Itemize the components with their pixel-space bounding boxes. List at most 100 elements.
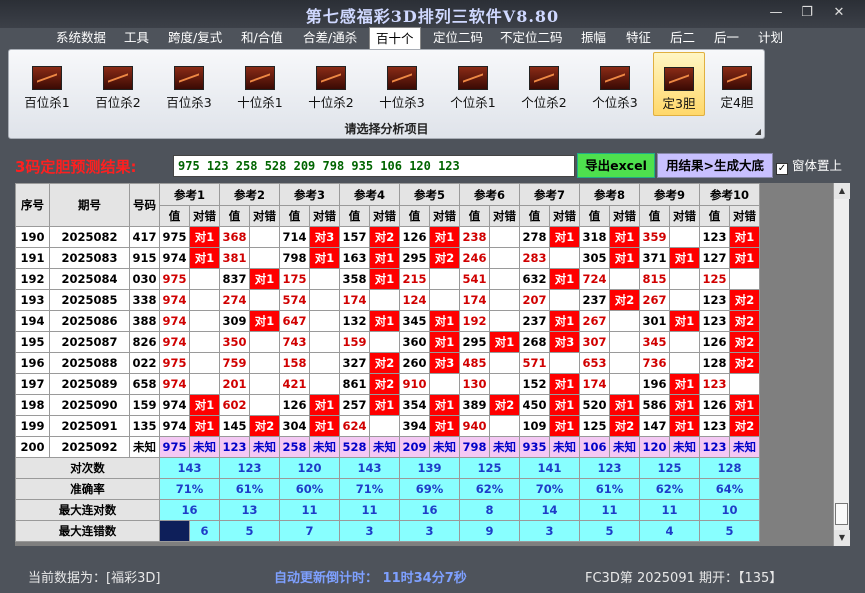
ref-hit: 对1 bbox=[549, 310, 580, 332]
menu-item[interactable]: 特征 bbox=[626, 27, 651, 49]
stats-value: 70% bbox=[519, 478, 580, 500]
ribbon-button[interactable]: 个位杀2 bbox=[515, 52, 573, 116]
ribbon-button[interactable]: 十位杀3 bbox=[373, 52, 431, 116]
menu-item[interactable]: 不定位二码 bbox=[500, 27, 563, 49]
header-hit: 对错 bbox=[669, 205, 700, 227]
ref-hit: 对1 bbox=[249, 310, 280, 332]
ribbon-button[interactable]: 百位杀1 bbox=[18, 52, 76, 116]
stats-value: 61% bbox=[219, 478, 280, 500]
ontop-label: 窗体置上 bbox=[792, 158, 843, 173]
stats-row: 对次数 143 123 120 143 139 125 141 123 125 128 bbox=[15, 457, 760, 479]
menu-item[interactable]: 定位二码 bbox=[433, 27, 483, 49]
ref-value: 283 bbox=[519, 247, 550, 269]
generate-base-button[interactable]: 用结果>生成大底 bbox=[657, 153, 773, 178]
table-row[interactable]: 197 2025089 658 974 201 421 861 对2 910 130 152 对1 17… bbox=[15, 373, 760, 395]
table-row[interactable]: 196 2025088 022 975 759 158 327 对2 260 对3 485 571 65… bbox=[15, 352, 760, 374]
ref-hit: 对1 bbox=[189, 415, 220, 437]
export-excel-button[interactable]: 导出excel bbox=[577, 153, 655, 178]
menu-item[interactable]: 振幅 bbox=[581, 27, 606, 49]
header-ref: 参考2 bbox=[219, 183, 280, 206]
ref-value: 345 bbox=[399, 310, 430, 332]
ref-hit: 对2 bbox=[249, 415, 280, 437]
maximize-icon[interactable]: ❐ bbox=[794, 4, 820, 22]
ref-hit bbox=[609, 373, 640, 395]
ribbon-button[interactable]: 十位杀1 bbox=[231, 52, 289, 116]
row-period: 2025087 bbox=[49, 331, 130, 353]
ref-value: 759 bbox=[219, 352, 250, 374]
ribbon-button-label: 个位杀2 bbox=[521, 95, 567, 110]
table-row[interactable]: 193 2025085 338 974 274 574 174 124 174 207 237 对2 2… bbox=[15, 289, 760, 311]
menu-item[interactable]: 后一 bbox=[714, 27, 739, 49]
stats-value: 11 bbox=[279, 499, 340, 521]
prediction-label: 3码定胆预测结果: bbox=[15, 158, 137, 176]
ref-value: 974 bbox=[159, 310, 190, 332]
checkbox-check-icon[interactable]: ✓ bbox=[776, 163, 788, 175]
table-row[interactable]: 191 2025083 915 974 对1 381 798 对1 163 对1 295 对2 246 2… bbox=[15, 247, 760, 269]
ref-hit: 对2 bbox=[369, 373, 400, 395]
scroll-down-icon[interactable]: ▼ bbox=[834, 530, 850, 546]
ref-value: 861 bbox=[339, 373, 370, 395]
ribbon-button-label: 十位杀2 bbox=[308, 95, 354, 110]
vertical-scrollbar[interactable]: ▲ ▼ bbox=[833, 183, 850, 546]
scroll-up-icon[interactable]: ▲ bbox=[834, 183, 850, 199]
stats-value: 9 bbox=[459, 520, 520, 542]
menu-item[interactable]: 百十个 bbox=[369, 27, 421, 50]
ref-value: 975 bbox=[159, 436, 190, 458]
ribbon-button-label: 十位杀1 bbox=[237, 95, 283, 110]
window-ontop-checkbox[interactable]: ✓ 窗体置上 bbox=[776, 155, 842, 175]
row-period: 2025083 bbox=[49, 247, 130, 269]
ref-value: 358 bbox=[339, 268, 370, 290]
menu-item[interactable]: 跨度/复式 bbox=[168, 27, 222, 49]
ribbon-button[interactable]: 定3胆 bbox=[653, 52, 705, 116]
stats-value: 8 bbox=[459, 499, 520, 521]
ref-hit: 未知 bbox=[549, 436, 580, 458]
ref-hit bbox=[669, 268, 700, 290]
menu-item[interactable]: 合差/通杀 bbox=[303, 27, 357, 49]
ref-hit bbox=[489, 226, 520, 248]
minimize-icon[interactable]: — bbox=[763, 4, 789, 22]
row-code: 未知 bbox=[129, 436, 160, 458]
ref-hit: 对2 bbox=[609, 415, 640, 437]
stats-label: 最大连对数 bbox=[15, 499, 160, 521]
ribbon-button[interactable]: 定4胆 bbox=[711, 52, 763, 116]
ribbon-button[interactable]: 个位杀1 bbox=[444, 52, 502, 116]
ref-hit: 对1 bbox=[609, 394, 640, 416]
close-icon[interactable]: ✕ bbox=[826, 4, 852, 22]
menu-item[interactable]: 计划 bbox=[758, 27, 783, 49]
menu-item[interactable]: 和/合值 bbox=[241, 27, 283, 49]
ref-hit bbox=[309, 268, 340, 290]
ref-value: 209 bbox=[399, 436, 430, 458]
ribbon-button[interactable]: 百位杀3 bbox=[160, 52, 218, 116]
ribbon-button[interactable]: 百位杀2 bbox=[89, 52, 147, 116]
ref-hit bbox=[609, 310, 640, 332]
ref-value: 159 bbox=[339, 331, 370, 353]
data-grid[interactable]: 序号 期号 号码 参考1 参考2 参考3 参考4 参考5 参考6 参考7 参考8 参考9 参考10 值对错… bbox=[15, 183, 849, 546]
ribbon-button-label: 定3胆 bbox=[662, 96, 696, 111]
table-row[interactable]: 195 2025087 826 974 350 743 159 360 对1 295 对1 268 对3… bbox=[15, 331, 760, 353]
ref-hit: 对1 bbox=[429, 415, 460, 437]
row-seq: 198 bbox=[15, 394, 50, 416]
title-bar[interactable]: 第七感福彩3D排列三软件V8.80 — ❐ ✕ bbox=[0, 0, 865, 28]
ref-hit bbox=[549, 289, 580, 311]
menu-item[interactable]: 系统数据 bbox=[56, 27, 106, 49]
ref-value: 450 bbox=[519, 394, 550, 416]
ribbon-button[interactable]: 十位杀2 bbox=[302, 52, 360, 116]
table-row[interactable]: 199 2025091 135 974 对1 145 对2 304 对1 624 394 对1 940 1… bbox=[15, 415, 760, 437]
table-row[interactable]: 190 2025082 417 975 对1 368 714 对3 157 对2 126 对1 238 2… bbox=[15, 226, 760, 248]
stats-value: 6 bbox=[189, 520, 220, 542]
scroll-thumb[interactable] bbox=[835, 503, 848, 525]
ribbon-expand-icon[interactable]: ◢ bbox=[755, 127, 761, 136]
ref-hit: 对1 bbox=[729, 394, 760, 416]
countdown-label: 自动更新倒计时： 11时34分7秒 bbox=[274, 571, 467, 586]
menu-item[interactable]: 工具 bbox=[124, 27, 149, 49]
status-bar: 当前数据为：[福彩3D] 自动更新倒计时： 11时34分7秒 FC3D第 202… bbox=[0, 563, 865, 593]
table-row[interactable]: 200 2025092 未知 975 未知 123 未知 258 未知 528 未知 209 未知 798… bbox=[15, 436, 760, 458]
table-row[interactable]: 198 2025090 159 974 对1 602 126 对1 257 对1 354 对1 389 对… bbox=[15, 394, 760, 416]
table-row[interactable]: 194 2025086 388 974 309 对1 647 132 对1 345 对1 192 237… bbox=[15, 310, 760, 332]
ribbon-button[interactable]: 个位杀3 bbox=[586, 52, 644, 116]
header-hit: 对错 bbox=[429, 205, 460, 227]
prediction-result-field[interactable]: 975 123 258 528 209 798 935 106 120 123 bbox=[173, 155, 575, 177]
menu-item[interactable]: 后二 bbox=[670, 27, 695, 49]
table-row[interactable]: 192 2025084 030 975 837 对1 175 358 对1 215 541 632 对1… bbox=[15, 268, 760, 290]
ref-value: 238 bbox=[459, 226, 490, 248]
